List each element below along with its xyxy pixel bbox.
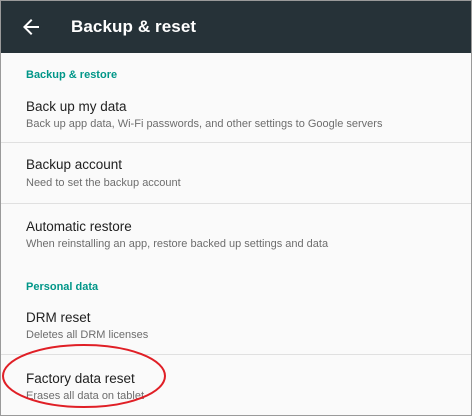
setting-title: Backup account (26, 157, 123, 172)
setting-summary: Erases all data on tablet (26, 390, 145, 402)
setting-back-up-my-data[interactable]: Back up my data Back up app data, Wi-Fi … (1, 87, 471, 143)
setting-drm-reset[interactable]: DRM reset Deletes all DRM licenses (1, 298, 471, 354)
section-header-backup-restore: Backup & restore (26, 69, 118, 81)
settings-window: Backup & reset Backup & restore Back up … (0, 0, 472, 416)
setting-title: Automatic restore (26, 219, 132, 234)
back-button[interactable] (19, 15, 43, 39)
app-bar: Backup & reset (1, 1, 471, 53)
setting-title: DRM reset (26, 310, 91, 325)
setting-summary: When reinstalling an app, restore backed… (26, 238, 329, 250)
setting-summary: Back up app data, Wi-Fi passwords, and o… (26, 118, 383, 130)
setting-title: Factory data reset (26, 371, 135, 386)
setting-factory-data-reset[interactable]: Factory data reset Erases all data on ta… (1, 355, 471, 415)
setting-automatic-restore[interactable]: Automatic restore When reinstalling an a… (1, 204, 471, 262)
setting-summary: Deletes all DRM licenses (26, 329, 149, 341)
setting-backup-account[interactable]: Backup account Need to set the backup ac… (1, 143, 471, 203)
arrow-back-icon (23, 19, 39, 35)
page-title: Backup & reset (71, 17, 197, 36)
setting-summary: Need to set the backup account (26, 177, 181, 189)
setting-title: Back up my data (26, 99, 127, 114)
section-header-personal-data: Personal data (26, 281, 99, 293)
